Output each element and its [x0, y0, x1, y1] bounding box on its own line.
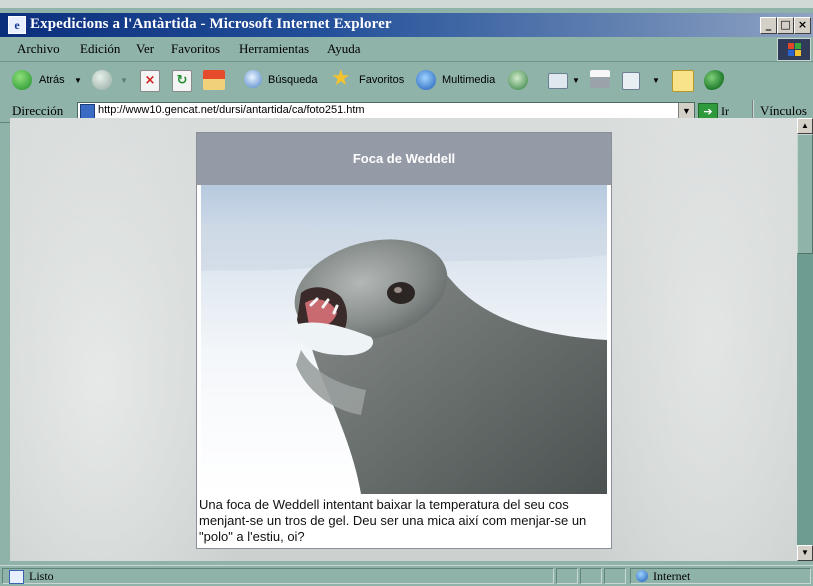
- photo-title: Foca de Weddell: [197, 133, 611, 185]
- status-text-cell: Listo: [2, 568, 554, 584]
- close-button[interactable]: ×: [794, 17, 811, 34]
- forward-dropdown-icon[interactable]: ▼: [120, 76, 128, 85]
- home-icon: [203, 70, 225, 90]
- maximize-button[interactable]: □: [777, 17, 794, 34]
- media-globe-icon: [416, 70, 436, 90]
- messenger-icon: [704, 70, 726, 92]
- mail-button[interactable]: ▼: [548, 70, 584, 92]
- ie-page-icon: e: [8, 16, 26, 34]
- minimize-button[interactable]: _: [760, 17, 777, 34]
- status-bar: Listo Internet: [0, 565, 813, 586]
- back-dropdown-icon[interactable]: ▼: [74, 76, 82, 85]
- seal-image: [201, 185, 607, 494]
- refresh-icon: ↻: [172, 70, 192, 92]
- favorites-button[interactable]: ★ Favoritos: [331, 66, 407, 92]
- refresh-button[interactable]: ↻: [172, 70, 194, 92]
- discuss-button[interactable]: [672, 70, 696, 92]
- back-label: Atrás: [39, 74, 65, 86]
- menu-archivo[interactable]: Archivo: [17, 41, 60, 57]
- edit-page-icon: [622, 72, 640, 90]
- status-text: Listo: [29, 569, 54, 583]
- forward-button[interactable]: ▼: [92, 70, 132, 92]
- forward-arrow-icon: [92, 70, 112, 90]
- scroll-up-icon[interactable]: ▲: [797, 118, 813, 134]
- address-label: Dirección: [12, 103, 64, 118]
- home-button[interactable]: [203, 70, 227, 92]
- address-url[interactable]: http://www10.gencat.net/dursi/antartida/…: [98, 104, 365, 116]
- go-button[interactable]: Ir: [721, 104, 729, 119]
- search-icon: [244, 70, 262, 88]
- status-zone-cell: Internet: [630, 568, 811, 584]
- messenger-button[interactable]: [704, 70, 728, 92]
- history-icon: [508, 70, 528, 90]
- media-label: Multimedia: [442, 74, 496, 86]
- menu-ayuda[interactable]: Ayuda: [327, 41, 360, 57]
- search-button[interactable]: Búsqueda: [244, 70, 324, 92]
- menu-edicion[interactable]: Edición: [80, 41, 120, 57]
- media-button[interactable]: Multimedia: [416, 70, 502, 92]
- stop-button[interactable]: ×: [140, 70, 162, 92]
- photo-frame: Foca de Weddell Una foca de Weddell inte…: [196, 132, 612, 549]
- back-arrow-icon: [12, 70, 32, 90]
- print-button[interactable]: [590, 70, 612, 92]
- status-progress-cell: [556, 568, 578, 584]
- vertical-scrollbar[interactable]: ▲ ▼: [797, 118, 813, 561]
- internet-globe-icon: [636, 570, 648, 582]
- menu-ver[interactable]: Ver: [136, 41, 154, 57]
- standard-toolbar: Atrás ▼ ▼ × ↻ Búsqueda ★ Favoritos Multi…: [0, 62, 813, 101]
- window-title: Expedicions a l'Antàrtida - Microsoft In…: [30, 16, 392, 32]
- favorites-star-icon: ★: [331, 66, 351, 91]
- print-icon: [590, 70, 610, 88]
- edit-button[interactable]: ▼: [622, 70, 664, 92]
- status-extra-cell: [604, 568, 626, 584]
- menu-bar: Archivo Edición Ver Favoritos Herramient…: [0, 37, 813, 62]
- edit-dropdown-icon[interactable]: ▼: [652, 76, 660, 85]
- photo-caption: Una foca de Weddell intentant baixar la …: [199, 497, 587, 544]
- page-content: Foca de Weddell Una foca de Weddell inte…: [10, 118, 797, 561]
- scroll-thumb[interactable]: [797, 134, 813, 254]
- mail-icon: [548, 73, 568, 89]
- menu-herramientas[interactable]: Herramientas: [239, 41, 309, 57]
- page-icon: [80, 104, 95, 119]
- weddell-seal-photo: [201, 185, 607, 494]
- mail-dropdown-icon[interactable]: ▼: [572, 76, 580, 85]
- status-lock-cell: [580, 568, 602, 584]
- stop-icon: ×: [140, 70, 160, 92]
- status-zone: Internet: [653, 569, 691, 583]
- discuss-note-icon: [672, 70, 694, 92]
- menu-favoritos[interactable]: Favoritos: [171, 41, 220, 57]
- history-button[interactable]: [508, 70, 530, 92]
- title-bar: e Expedicions a l'Antàrtida - Microsoft …: [0, 13, 813, 37]
- back-button[interactable]: Atrás ▼: [12, 70, 86, 92]
- search-label: Búsqueda: [268, 74, 318, 86]
- favorites-label: Favoritos: [359, 74, 405, 86]
- scroll-down-icon[interactable]: ▼: [797, 545, 813, 561]
- status-page-icon: [9, 570, 24, 584]
- windows-logo-icon: [777, 38, 811, 61]
